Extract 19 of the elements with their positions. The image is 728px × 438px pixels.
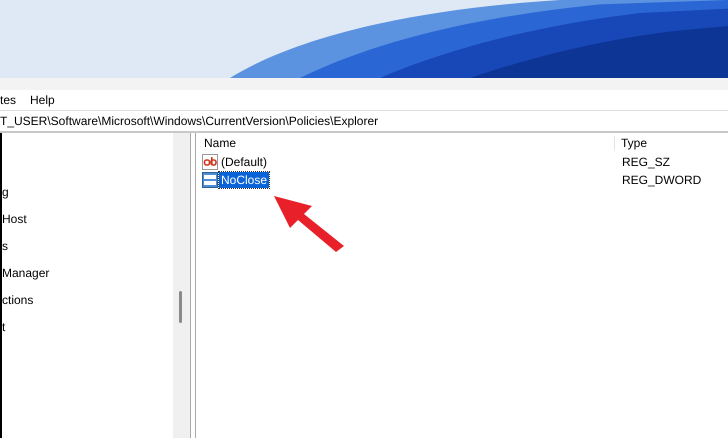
address-bar[interactable]: T_USER\Software\Microsoft\Windows\CurrentVersion\Policies\Explorer	[0, 110, 728, 133]
binary-value-icon	[202, 172, 218, 188]
tree-item[interactable]: Host	[2, 210, 173, 228]
menu-item[interactable]: Help	[30, 93, 55, 107]
value-name[interactable]: (Default)	[219, 154, 270, 170]
tree-item[interactable]: t	[2, 318, 173, 336]
column-header[interactable]: Name	[196, 136, 615, 150]
value-type: REG_DWORD	[621, 173, 702, 187]
tree-item[interactable]: Manager	[2, 264, 173, 282]
value-name[interactable]: NoClose	[219, 172, 270, 188]
column-header[interactable]: Type	[615, 136, 648, 150]
string-value-icon	[202, 154, 218, 170]
tree-item[interactable]: s	[2, 237, 173, 255]
scrollbar-thumb[interactable]	[179, 291, 182, 323]
menu-item[interactable]: tes	[0, 93, 16, 107]
tree-item[interactable]: ctions	[2, 291, 173, 309]
tree-item[interactable]: g	[2, 183, 173, 201]
scrollbar[interactable]	[173, 133, 190, 438]
value-type: REG_SZ	[621, 155, 670, 169]
